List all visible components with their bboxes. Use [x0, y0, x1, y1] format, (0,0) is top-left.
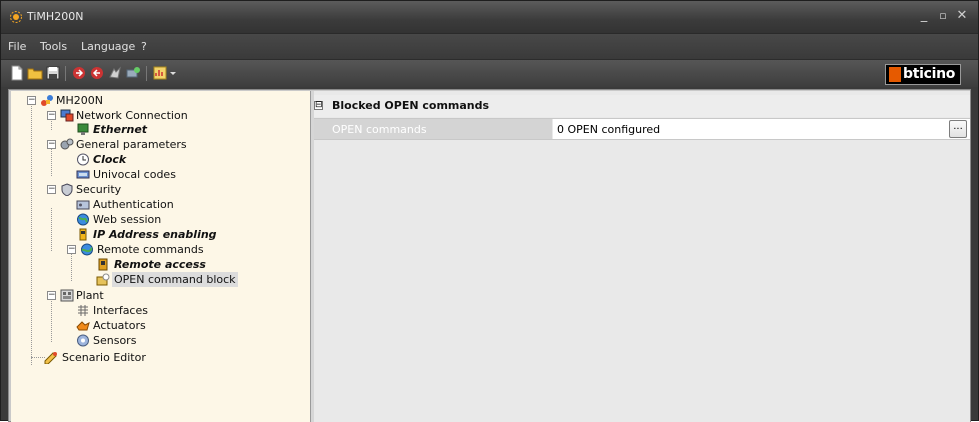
open-command-block-icon — [96, 273, 110, 286]
tree-item-scenario-editor[interactable]: Scenario Editor — [11, 350, 301, 365]
menu-language[interactable]: Language — [81, 40, 135, 53]
ip-address-icon — [79, 228, 87, 241]
id-card-icon — [76, 200, 90, 210]
tree-label: Remote commands — [97, 243, 204, 256]
toolbar-separator — [65, 66, 66, 81]
tree-label: Remote access — [114, 258, 206, 271]
new-file-icon[interactable] — [9, 65, 25, 81]
tree-label: Actuators — [93, 319, 146, 332]
toolbar-separator — [146, 66, 147, 81]
tree-item-open-command-block[interactable]: OPEN command block — [11, 272, 301, 287]
interfaces-icon — [78, 305, 88, 316]
tree-item-security[interactable]: − Security — [11, 182, 301, 197]
tree-label: Scenario Editor — [62, 351, 146, 364]
ethernet-icon — [77, 123, 89, 135]
send-icon[interactable] — [71, 65, 87, 81]
tree-item-web-session[interactable]: Web session — [11, 212, 301, 227]
ellipsis-button[interactable]: ... — [949, 120, 967, 138]
tree-item-remote-commands[interactable]: − Remote commands — [11, 242, 301, 257]
tree-label: IP Address enabling — [93, 228, 217, 241]
collapse-toggle[interactable]: − — [27, 96, 36, 105]
tree-label: Interfaces — [93, 304, 148, 317]
actuators-icon — [76, 321, 90, 331]
app-window: TiMH200N _ ▫ ✕ File Tools Language ? bti… — [0, 0, 979, 422]
tree-item-interfaces[interactable]: Interfaces — [11, 303, 301, 318]
tree-label: General parameters — [76, 138, 187, 151]
tree-item-ethernet[interactable]: Ethernet — [11, 122, 301, 137]
plant-icon — [60, 289, 74, 302]
tree-item-mh200n[interactable]: − MH200N — [11, 93, 301, 108]
navigation-tree: − MH200N − Network Connection Ethernet − — [11, 91, 311, 422]
gears-icon — [60, 138, 74, 150]
tree-item-general-parameters[interactable]: − General parameters — [11, 137, 301, 152]
collapse-toggle[interactable]: − — [47, 140, 56, 149]
property-section-header[interactable]: ⊟ Blocked OPEN commands — [314, 95, 970, 117]
collapse-toggle[interactable]: − — [47, 185, 56, 194]
tree-label: Security — [76, 183, 122, 196]
title-bar: TiMH200N _ ▫ ✕ — [1, 1, 978, 33]
toolbar: bticino — [1, 59, 978, 87]
device-icon[interactable] — [107, 65, 123, 81]
scenario-editor-icon — [44, 352, 57, 364]
network-connection-icon — [60, 109, 74, 122]
tree-item-sensors[interactable]: Sensors — [11, 333, 301, 348]
device-root-icon — [41, 95, 53, 106]
property-value[interactable]: 0 OPEN configured ... — [553, 119, 970, 139]
tree-label: Web session — [93, 213, 162, 226]
section-collapse-icon[interactable]: ⊟ — [314, 101, 323, 110]
tree-item-actuators[interactable]: Actuators — [11, 318, 301, 333]
property-value-text: 0 OPEN configured — [557, 123, 661, 136]
tree-label: OPEN command block — [112, 272, 238, 287]
tree-item-plant[interactable]: − Plant — [11, 288, 301, 303]
app-logo-icon — [10, 11, 22, 23]
section-title: Blocked OPEN commands — [332, 99, 490, 112]
tree-item-univocal-codes[interactable]: Univocal codes — [11, 167, 301, 182]
tree-label: Sensors — [93, 334, 137, 347]
sensors-icon — [77, 334, 89, 347]
codes-icon — [76, 170, 90, 179]
menu-help[interactable]: ? — [141, 40, 147, 53]
tree-item-ip-address-enabling[interactable]: IP Address enabling — [11, 227, 301, 242]
clock-icon — [77, 153, 89, 166]
menu-bar: File Tools Language ? — [1, 33, 978, 59]
tree-item-clock[interactable]: Clock — [11, 152, 301, 167]
tree-item-authentication[interactable]: Authentication — [11, 197, 301, 212]
collapse-toggle[interactable]: − — [67, 245, 76, 254]
receive-icon[interactable] — [89, 65, 105, 81]
dropdown-icon[interactable] — [169, 65, 177, 81]
network-icon[interactable] — [125, 65, 141, 81]
menu-file[interactable]: File — [8, 40, 26, 53]
close-button[interactable]: ✕ — [954, 9, 970, 23]
tree-label: Univocal codes — [93, 168, 176, 181]
brand-logo: bticino — [885, 64, 961, 85]
property-name: OPEN commands — [314, 119, 552, 139]
window-title: TiMH200N — [27, 10, 84, 23]
tree-label: Clock — [93, 153, 127, 166]
brand-mark — [889, 67, 901, 82]
report-icon[interactable] — [152, 65, 168, 81]
tree-label: Plant — [76, 289, 104, 302]
collapse-toggle[interactable]: − — [47, 111, 56, 120]
minimize-button[interactable]: _ — [916, 9, 932, 23]
maximize-button[interactable]: ▫ — [935, 9, 951, 23]
menu-tools[interactable]: Tools — [40, 40, 67, 53]
tree-label: Ethernet — [93, 123, 148, 136]
tree-item-remote-access[interactable]: Remote access — [11, 257, 301, 272]
remote-access-icon — [98, 258, 108, 271]
shield-icon — [61, 183, 73, 196]
collapse-toggle[interactable]: − — [47, 291, 56, 300]
tree-label: MH200N — [56, 94, 103, 107]
property-row-open-commands[interactable]: OPEN commands 0 OPEN configured ... — [314, 118, 970, 140]
globe-icon — [77, 213, 89, 226]
tree-item-network-connection[interactable]: − Network Connection — [11, 108, 301, 123]
open-folder-icon[interactable] — [27, 65, 43, 81]
save-icon[interactable] — [45, 65, 61, 81]
remote-globe-icon — [81, 243, 93, 256]
tree-label: Network Connection — [76, 109, 188, 122]
brand-text: bticino — [903, 66, 956, 82]
property-grid: ⊟ Blocked OPEN commands OPEN commands 0 … — [314, 91, 970, 422]
tree-label: Authentication — [93, 198, 174, 211]
